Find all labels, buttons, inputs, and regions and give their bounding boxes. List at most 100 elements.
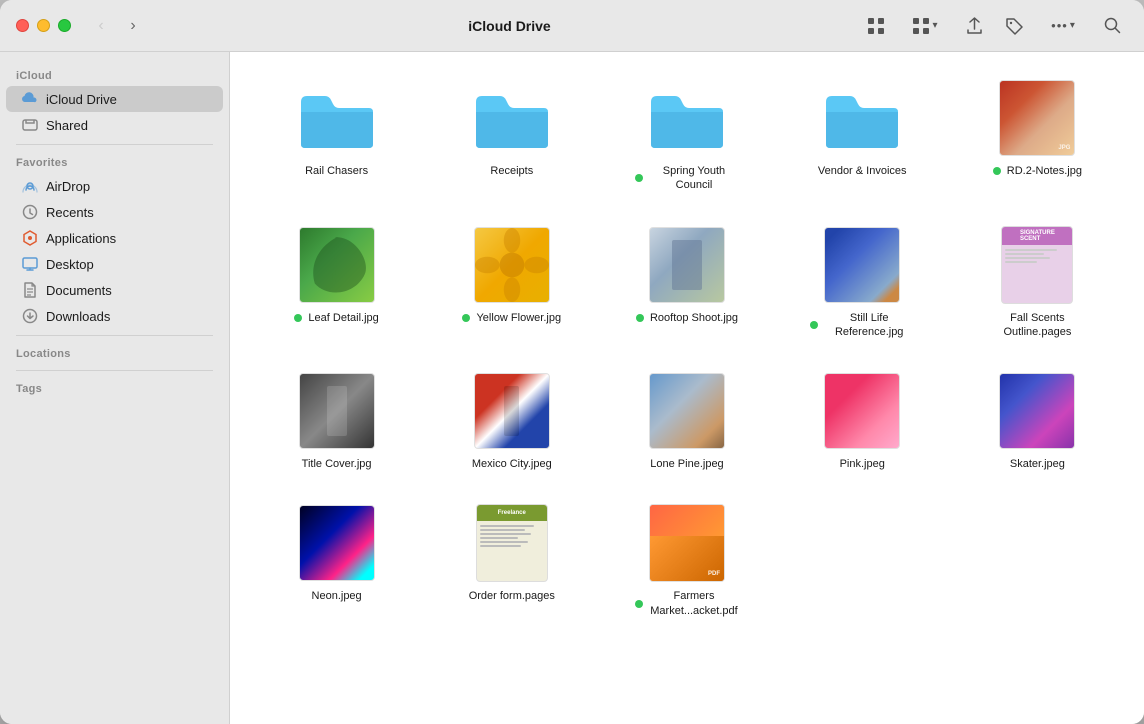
file-item-skater[interactable]: Skater.jpeg — [955, 365, 1120, 477]
sync-dot-farmers — [635, 600, 643, 608]
folder-thumb-spring-youth — [647, 78, 727, 158]
search-button[interactable] — [1096, 12, 1128, 40]
thumb-skater — [997, 371, 1077, 451]
thumb-leaf-detail — [297, 225, 377, 305]
finder-window: ‹ › iCloud Drive ▾ — [0, 0, 1144, 724]
file-item-fall-scents[interactable]: SIGNATURESCENT Fall Scents Outline.pages — [955, 219, 1120, 346]
folder-thumb-vendor — [822, 78, 902, 158]
sidebar-label-recents: Recents — [46, 205, 94, 220]
tags-section-label: Tags — [0, 377, 229, 399]
thumb-rooftop — [647, 225, 727, 305]
sync-dot-spring — [635, 174, 643, 182]
sidebar-label-downloads: Downloads — [46, 309, 110, 324]
locations-section-label: Locations — [0, 342, 229, 364]
file-name-mexico-city: Mexico City.jpeg — [472, 457, 552, 471]
sidebar-label-icloud-drive: iCloud Drive — [46, 92, 117, 107]
file-name-skater: Skater.jpeg — [1010, 457, 1065, 471]
sidebar-item-airdrop[interactable]: AirDrop — [6, 173, 223, 199]
thumb-order-form: Freelance — [472, 503, 552, 583]
file-name-rd2-notes: RD.2-Notes.jpg — [993, 164, 1082, 178]
desktop-icon — [22, 256, 38, 272]
view-icon-button[interactable] — [860, 12, 892, 40]
icloud-section-label: iCloud — [0, 64, 229, 86]
file-item-rooftop[interactable]: Rooftop Shoot.jpg — [604, 219, 769, 346]
sidebar-label-desktop: Desktop — [46, 257, 94, 272]
file-name-title-cover: Title Cover.jpg — [302, 457, 372, 471]
sidebar-divider-1 — [16, 144, 213, 145]
maximize-button[interactable] — [58, 19, 71, 32]
file-name-yellow-flower: Yellow Flower.jpg — [462, 311, 561, 325]
file-item-mexico-city[interactable]: Mexico City.jpeg — [429, 365, 594, 477]
thumb-neon — [297, 503, 377, 583]
sync-dot-leaf — [294, 314, 302, 322]
share-button[interactable] — [958, 12, 990, 40]
file-name-order-form: Order form.pages — [469, 589, 555, 603]
thumb-fall-scents: SIGNATURESCENT — [997, 225, 1077, 305]
minimize-button[interactable] — [37, 19, 50, 32]
folder-thumb-receipts — [472, 78, 552, 158]
file-item-receipts[interactable]: Receipts — [429, 72, 594, 199]
sync-dot-still — [810, 321, 818, 329]
file-item-vendor[interactable]: Vendor & Invoices — [780, 72, 945, 199]
main-content: iCloud iCloud Drive Shared — [0, 52, 1144, 724]
sidebar-item-applications[interactable]: Applications — [6, 225, 223, 251]
sidebar-item-shared[interactable]: Shared — [6, 112, 223, 138]
sidebar: iCloud iCloud Drive Shared — [0, 52, 230, 724]
file-name-receipts: Receipts — [490, 164, 533, 178]
file-name-farmers-market: Farmers Market...acket.pdf — [635, 589, 739, 618]
file-item-still-life[interactable]: Still Life Reference.jpg — [780, 219, 945, 346]
airdrop-icon — [22, 178, 38, 194]
cloud-icon — [22, 91, 38, 107]
view-list-button[interactable]: ▾ — [900, 12, 950, 40]
thumb-pink — [822, 371, 902, 451]
file-name-vendor: Vendor & Invoices — [818, 164, 907, 178]
file-item-rd2-notes[interactable]: JPG RD.2-Notes.jpg — [955, 72, 1120, 199]
file-name-pink: Pink.jpeg — [840, 457, 885, 471]
file-name-leaf-detail: Leaf Detail.jpg — [294, 311, 378, 325]
titlebar: ‹ › iCloud Drive ▾ — [0, 0, 1144, 52]
sidebar-item-documents[interactable]: Documents — [6, 277, 223, 303]
thumb-farmers-market: PDF — [647, 503, 727, 583]
tag-button[interactable] — [998, 12, 1030, 40]
sync-dot-flower — [462, 314, 470, 322]
close-button[interactable] — [16, 19, 29, 32]
file-item-yellow-flower[interactable]: Yellow Flower.jpg — [429, 219, 594, 346]
sidebar-item-icloud-drive[interactable]: iCloud Drive — [6, 86, 223, 112]
file-item-order-form[interactable]: Freelance Order form. — [429, 497, 594, 624]
file-item-lone-pine[interactable]: Lone Pine.jpeg — [604, 365, 769, 477]
file-item-neon[interactable]: Neon.jpeg — [254, 497, 419, 624]
documents-icon — [22, 282, 38, 298]
sidebar-item-downloads[interactable]: Downloads — [6, 303, 223, 329]
file-name-lone-pine: Lone Pine.jpeg — [650, 457, 723, 471]
downloads-icon — [22, 308, 38, 324]
sidebar-divider-3 — [16, 370, 213, 371]
file-item-pink[interactable]: Pink.jpeg — [780, 365, 945, 477]
shared-icon — [22, 117, 38, 133]
file-item-farmers-market[interactable]: PDF Farmers Market...acket.pdf — [604, 497, 769, 624]
favorites-section-label: Favorites — [0, 151, 229, 173]
file-item-rail-chasers[interactable]: Rail Chasers — [254, 72, 419, 199]
file-name-neon: Neon.jpeg — [312, 589, 362, 603]
sidebar-item-recents[interactable]: Recents — [6, 199, 223, 225]
sync-dot-rd2 — [993, 167, 1001, 175]
sidebar-item-desktop[interactable]: Desktop — [6, 251, 223, 277]
file-name-spring-youth: Spring Youth Council — [635, 164, 739, 193]
file-area: Rail Chasers Receipts — [230, 52, 1144, 724]
file-item-spring-youth[interactable]: Spring Youth Council — [604, 72, 769, 199]
more-button[interactable]: ••• ▾ — [1038, 12, 1088, 40]
sidebar-label-airdrop: AirDrop — [46, 179, 90, 194]
file-item-leaf-detail[interactable]: Leaf Detail.jpg — [254, 219, 419, 346]
thumb-mexico-city — [472, 371, 552, 451]
file-grid: Rail Chasers Receipts — [254, 72, 1120, 624]
forward-button[interactable]: › — [119, 12, 147, 40]
applications-icon — [22, 230, 38, 246]
file-item-title-cover[interactable]: Title Cover.jpg — [254, 365, 419, 477]
recents-icon — [22, 204, 38, 220]
back-button[interactable]: ‹ — [87, 12, 115, 40]
window-title: iCloud Drive — [159, 18, 860, 34]
file-name-rooftop: Rooftop Shoot.jpg — [636, 311, 738, 325]
nav-buttons: ‹ › — [87, 12, 147, 40]
thumb-lone-pine — [647, 371, 727, 451]
traffic-lights — [16, 19, 71, 32]
thumb-still-life — [822, 225, 902, 305]
